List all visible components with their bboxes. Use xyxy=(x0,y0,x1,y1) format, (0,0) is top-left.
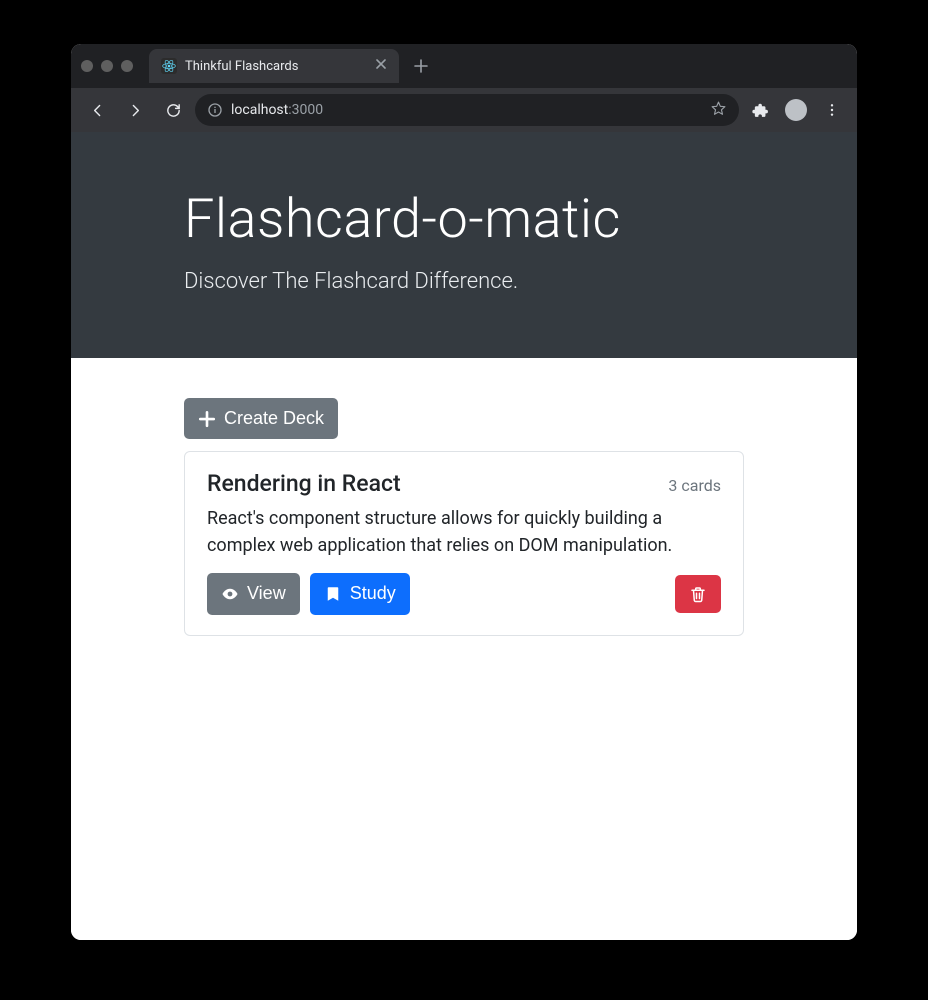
trash-icon xyxy=(689,585,707,603)
address-bar-host: localhost xyxy=(231,102,288,118)
browser-tab[interactable]: Thinkful Flashcards xyxy=(149,49,399,83)
delete-deck-button[interactable] xyxy=(675,575,721,613)
main-content: Create Deck Rendering in React 3 cards R… xyxy=(71,358,857,676)
deck-card: Rendering in React 3 cards React's compo… xyxy=(184,451,744,635)
deck-description: React's component structure allows for q… xyxy=(207,505,721,559)
view-deck-button[interactable]: View xyxy=(207,573,300,614)
browser-toolbar: localhost:3000 xyxy=(71,88,857,132)
deck-title: Rendering in React xyxy=(207,470,401,497)
view-deck-label: View xyxy=(247,582,286,605)
window-minimize-button[interactable] xyxy=(101,60,113,72)
profile-avatar-button[interactable] xyxy=(781,95,811,125)
browser-tabstrip: Thinkful Flashcards xyxy=(71,44,857,88)
address-bar-port: :3000 xyxy=(288,102,323,118)
tab-close-button[interactable] xyxy=(375,58,387,74)
new-tab-button[interactable] xyxy=(407,52,435,80)
react-favicon-icon xyxy=(161,58,177,74)
eye-icon xyxy=(221,585,239,603)
app-title: Flashcard-o-matic xyxy=(184,188,744,251)
hero-banner: Flashcard-o-matic Discover The Flashcard… xyxy=(71,132,857,358)
back-button[interactable] xyxy=(81,94,113,126)
address-bar[interactable]: localhost:3000 xyxy=(195,94,739,126)
study-deck-label: Study xyxy=(350,582,396,605)
plus-icon xyxy=(198,410,216,428)
study-deck-button[interactable]: Study xyxy=(310,573,410,614)
deck-card-count: 3 cards xyxy=(668,476,721,495)
bookmark-icon xyxy=(324,585,342,603)
browser-menu-button[interactable] xyxy=(817,95,847,125)
window-maximize-button[interactable] xyxy=(121,60,133,72)
app-subtitle: Discover The Flashcard Difference. xyxy=(184,269,744,294)
window-controls xyxy=(81,60,133,72)
page-viewport[interactable]: Flashcard-o-matic Discover The Flashcard… xyxy=(71,132,857,940)
reload-button[interactable] xyxy=(157,94,189,126)
extensions-button[interactable] xyxy=(745,95,775,125)
address-bar-url: localhost:3000 xyxy=(231,102,323,118)
browser-window: Thinkful Flashcards localhost:3000 xyxy=(71,44,857,940)
site-info-icon[interactable] xyxy=(207,102,223,118)
forward-button[interactable] xyxy=(119,94,151,126)
bookmark-star-icon[interactable] xyxy=(710,100,727,121)
create-deck-label: Create Deck xyxy=(224,407,324,430)
browser-tab-title: Thinkful Flashcards xyxy=(185,59,298,74)
avatar-icon xyxy=(785,99,807,121)
window-close-button[interactable] xyxy=(81,60,93,72)
create-deck-button[interactable]: Create Deck xyxy=(184,398,338,439)
